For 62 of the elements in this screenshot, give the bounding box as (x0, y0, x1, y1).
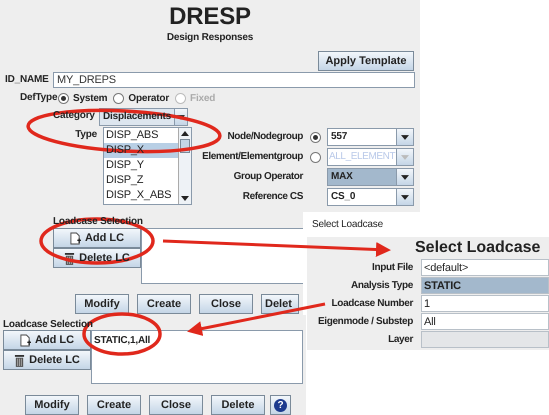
input-field[interactable]: <default> (421, 259, 549, 276)
scrollbar[interactable] (178, 128, 191, 204)
list-item[interactable]: DISP_Y (104, 158, 178, 173)
field-label: Node/Nodegroup (226, 131, 303, 143)
input-field[interactable] (421, 331, 549, 348)
help-button[interactable]: ? (270, 395, 291, 415)
list-item[interactable]: DISP_X_ABS (104, 188, 178, 203)
window-title: Select Loadcase (311, 218, 384, 232)
caret-icon (401, 174, 409, 180)
action-button[interactable]: Create (137, 294, 191, 314)
dropdown[interactable]: CS_0 (327, 188, 414, 206)
field-label: Type (74, 128, 97, 141)
action-button[interactable]: Close (149, 395, 203, 415)
list-item[interactable]: DISP_Z (104, 173, 178, 188)
radio-button[interactable] (58, 92, 69, 104)
field-label: Analysis Type (350, 279, 413, 293)
apply-template-button[interactable]: Apply Template (318, 51, 414, 71)
field-label: DefType (19, 92, 58, 104)
action-button[interactable]: Close (199, 294, 253, 314)
field-label: Category (53, 109, 93, 122)
field-label: Reference CS (242, 191, 303, 203)
action-button[interactable]: Create (87, 395, 141, 415)
field-label: Loadcase Number (330, 297, 413, 311)
action-button[interactable]: Delete (211, 395, 265, 415)
form-subtitle: Design Responses (166, 32, 254, 44)
action-button[interactable]: Modify (75, 294, 129, 314)
input-field[interactable]: 1 (421, 295, 549, 312)
list-item[interactable]: DISP_ABS (104, 128, 178, 143)
radio-label: System (73, 92, 108, 104)
dropdown[interactable]: 557 (327, 128, 414, 146)
field-label: Element/Elementgroup (201, 151, 303, 163)
field-label: Layer (387, 333, 413, 347)
caret-icon (401, 134, 409, 140)
add-lc-button[interactable]: Add LC (53, 228, 141, 248)
radio-label: Fixed (190, 92, 216, 104)
caret-icon (401, 194, 409, 200)
scroll-down-icon[interactable] (181, 196, 189, 201)
form-title: DRESP (169, 4, 251, 30)
field-label: Group Operator (232, 171, 303, 183)
dialog-heading: Select Loadcase (414, 238, 542, 258)
radio-button[interactable] (113, 92, 124, 104)
caret-icon (401, 154, 410, 160)
action-button[interactable]: Delet (261, 294, 299, 314)
input-field[interactable]: All (421, 313, 549, 330)
radio-button[interactable] (310, 132, 320, 142)
action-button[interactable]: Modify (25, 395, 79, 415)
delete-lc-button[interactable]: Delete LC (3, 350, 91, 370)
id-name-field[interactable]: MY_DREPS (53, 72, 415, 88)
scroll-up-icon[interactable] (181, 131, 189, 136)
field-label: ID_NAME (4, 74, 50, 86)
trash-icon (64, 252, 76, 264)
add-lc-button[interactable]: Add LC (3, 330, 91, 350)
field-label: Eigenmode / Substep (316, 315, 413, 329)
add-document-icon (20, 334, 31, 346)
radio-label: Operator (128, 92, 170, 104)
trash-icon (14, 354, 26, 366)
caret-icon (177, 114, 185, 120)
dropdown[interactable]: MAX (327, 168, 414, 186)
loadcase-list[interactable]: STATIC,1,All (91, 330, 303, 384)
add-document-icon (70, 232, 81, 244)
dropdown[interactable]: STATIC (421, 277, 549, 294)
field-label: Input File (371, 261, 413, 275)
